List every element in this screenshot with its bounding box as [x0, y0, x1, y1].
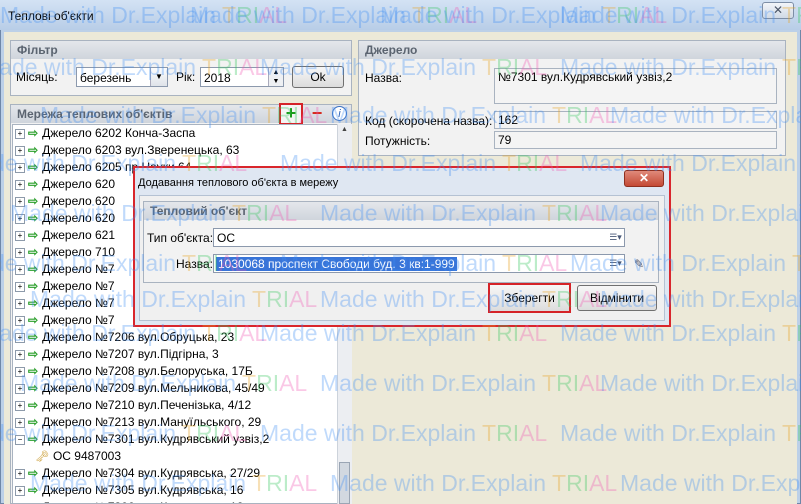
watermark-text: Made with Dr.Explain TRIAL	[0, 54, 268, 80]
watermark-text: Made with Dr.Explain TRIAL	[0, 2, 288, 28]
watermark-text: Made with Dr.Explain TRIAL	[10, 200, 298, 226]
watermark-text: Made with Dr.Explain TRIAL	[0, 320, 268, 346]
watermark-text: Made with Dr.Explain TRIAL	[280, 250, 568, 276]
watermark-text: Made with Dr.Explain TRIAL	[600, 200, 801, 226]
watermark-text: Made with Dr.Explain TRIAL	[330, 102, 618, 128]
watermark-text: Made with Dr.Explain TRIAL	[20, 370, 308, 396]
watermark-layer: Made with Dr.Explain TRIAL Made with Dr.E…	[0, 0, 801, 504]
watermark-text: Made with Dr.Explain TRIAL	[320, 370, 608, 396]
watermark-text: Made with Dr.Explain TRIAL	[570, 250, 801, 276]
watermark-text: Made with Dr.Explain TRIAL	[600, 286, 801, 312]
watermark-text: Made with Dr.Explain TRIAL	[0, 150, 248, 176]
watermark-text: Made with Dr.Explain TRIAL	[320, 200, 608, 226]
watermark-text: Made with Dr.Explain TRIAL	[610, 102, 801, 128]
watermark-text: Made with Dr.Explain TRIAL	[190, 2, 478, 28]
watermark-text: Made with Dr.Explain TRIAL	[560, 54, 801, 80]
watermark-text: Made with Dr.Explain TRIAL	[280, 150, 568, 176]
watermark-text: Made with Dr.Explain TRIAL	[30, 470, 318, 496]
watermark-text: Made with Dr.Explain TRIAL	[380, 2, 668, 28]
watermark-text: Made with Dr.Explain TRIAL	[260, 420, 548, 446]
watermark-text: Made with Dr.Explain TRIAL	[0, 250, 248, 276]
watermark-text: Made with Dr.Explain TRIAL	[0, 420, 248, 446]
watermark-text: Made with Dr.Explain TRIAL	[560, 2, 801, 28]
watermark-text: Made with Dr.Explain TRIAL	[580, 150, 801, 176]
watermark-text: Made with Dr.Explain TRIAL	[620, 470, 801, 496]
watermark-text: Made with Dr.Explain TRIAL	[260, 54, 548, 80]
watermark-text: Made with Dr.Explain TRIAL	[320, 286, 608, 312]
watermark-text: Made with Dr.Explain TRIAL	[40, 102, 328, 128]
watermark-text: Made with Dr.Explain TRIAL	[560, 420, 801, 446]
watermark-text: Made with Dr.Explain TRIAL	[600, 370, 801, 396]
watermark-text: Made with Dr.Explain TRIAL	[330, 470, 618, 496]
watermark-text: Made with Dr.Explain TRIAL	[260, 320, 548, 346]
watermark-text: Made with Dr.Explain TRIAL	[560, 320, 801, 346]
watermark-text: Made with Dr.Explain TRIAL	[30, 286, 318, 312]
